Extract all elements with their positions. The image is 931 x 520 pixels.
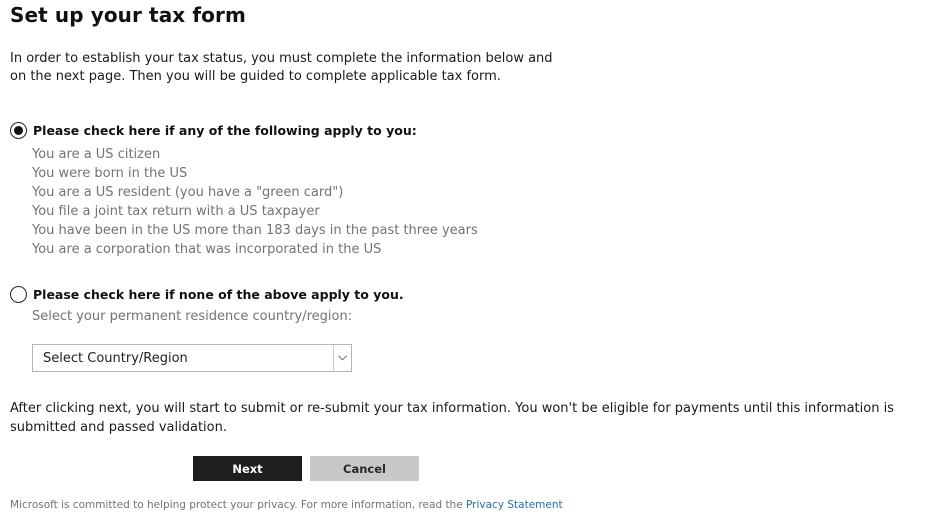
option-us-row[interactable]: Please check here if any of the followin… <box>10 122 417 139</box>
option-non-us-row[interactable]: Please check here if none of the above a… <box>10 286 404 303</box>
list-item: You are a US resident (you have a "green… <box>32 185 344 200</box>
us-criteria-list: You are a US citizen You were born in th… <box>32 145 478 259</box>
list-item: You were born in the US <box>32 166 188 181</box>
submission-notice: After clicking next, you will start to s… <box>10 401 894 435</box>
list-item: You are a US citizen <box>32 147 161 162</box>
privacy-footer: Microsoft is committed to helping protec… <box>10 499 563 511</box>
option-non-us-radio[interactable] <box>10 286 27 303</box>
option-us-label: Please check here if any of the followin… <box>33 123 417 138</box>
option-non-us-label: Please check here if none of the above a… <box>33 287 404 302</box>
cancel-button[interactable]: Cancel <box>310 456 419 481</box>
page-title: Set up your tax form <box>10 3 246 27</box>
intro-text: In order to establish your tax status, y… <box>10 51 553 84</box>
tax-form-page: Set up your tax form In order to establi… <box>0 0 931 520</box>
list-item: You have been in the US more than 183 da… <box>32 223 478 238</box>
country-region-select-value: Select Country/Region <box>43 351 188 366</box>
residence-country-label: Select your permanent residence country/… <box>32 309 353 324</box>
chevron-down-icon[interactable] <box>333 345 351 371</box>
privacy-statement-link[interactable]: Privacy Statement <box>466 499 563 511</box>
list-item: You file a joint tax return with a US ta… <box>32 204 320 219</box>
privacy-footer-text: Microsoft is committed to helping protec… <box>10 499 463 511</box>
list-item: You are a corporation that was incorpora… <box>32 242 382 257</box>
option-us-radio[interactable] <box>10 122 27 139</box>
country-region-select[interactable]: Select Country/Region <box>32 344 352 372</box>
next-button[interactable]: Next <box>193 456 302 481</box>
